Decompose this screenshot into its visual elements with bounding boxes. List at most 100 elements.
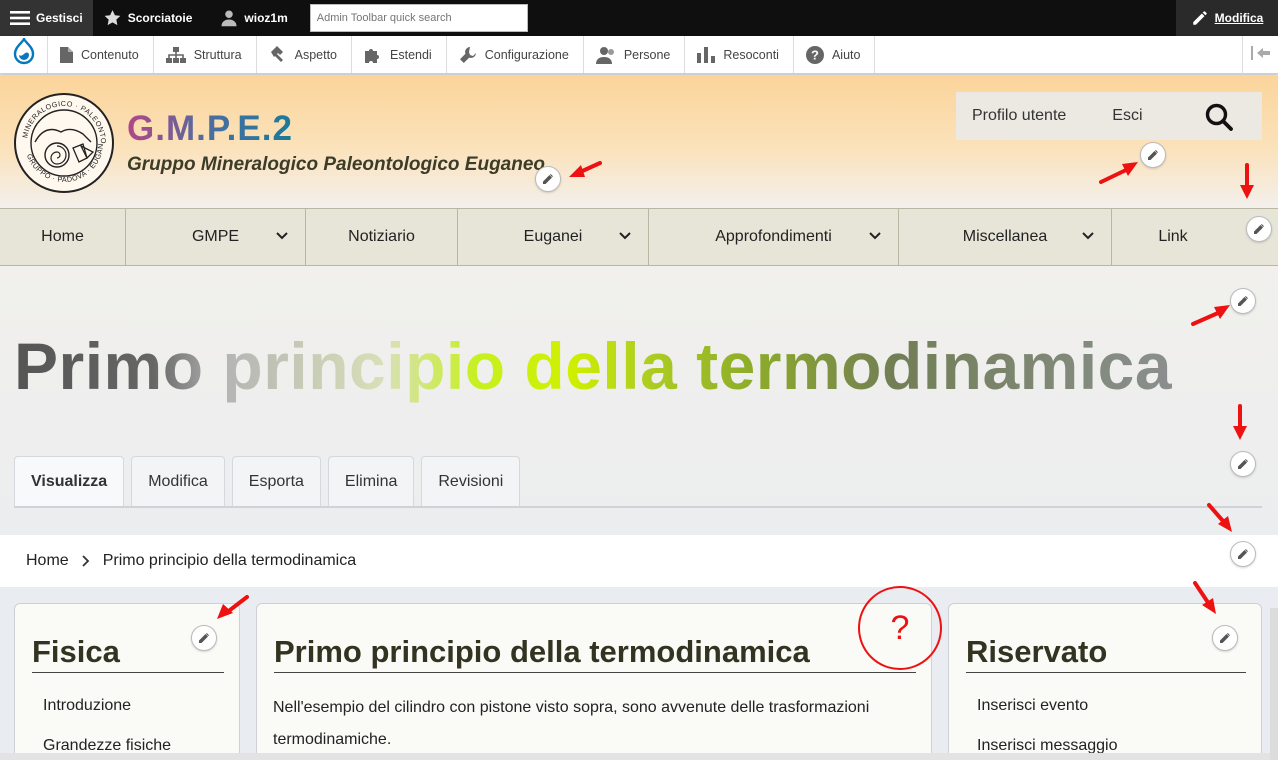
- tab-esporta[interactable]: Esporta: [231, 456, 321, 506]
- admin-toolbar-search-input[interactable]: [309, 4, 528, 32]
- manage-label: Gestisci: [36, 11, 83, 25]
- tray-item-struttura[interactable]: Struttura: [154, 36, 257, 73]
- title-underline: [274, 672, 916, 673]
- nav-item-label: Home: [41, 228, 84, 245]
- puzzle-icon: [364, 46, 382, 64]
- contextual-edit-pencil-icon[interactable]: [1230, 541, 1256, 567]
- breadcrumb-home-link[interactable]: Home: [26, 552, 69, 570]
- title-underline: [966, 672, 1246, 673]
- horizontal-scrollbar[interactable]: [0, 753, 1270, 760]
- tray-item-aiuto[interactable]: ? Aiuto: [794, 36, 876, 73]
- chevron-right-icon: [81, 555, 91, 567]
- red-arrow-icon: [569, 161, 602, 177]
- tabs-divider: [14, 506, 1262, 508]
- user-profile-link[interactable]: Profilo utente: [972, 107, 1066, 125]
- tab-revisioni[interactable]: Revisioni: [421, 456, 521, 506]
- tray-item-label: Contenuto: [81, 47, 139, 62]
- red-arrow-icon: [217, 595, 249, 619]
- sidebar-link-introduzione[interactable]: Introduzione: [43, 697, 131, 715]
- title-underline: [32, 672, 224, 673]
- sidebar-riservato-block: Riservato Inserisci evento Inserisci mes…: [948, 603, 1262, 760]
- tray-item-aspetto[interactable]: Aspetto: [257, 36, 353, 73]
- nav-item-label: Miscellanea: [962, 228, 1048, 245]
- sidebar-link-inserisci-evento[interactable]: Inserisci evento: [977, 697, 1088, 715]
- tray-item-label: Aiuto: [831, 47, 861, 62]
- nav-item-euganei[interactable]: Euganei: [458, 209, 649, 265]
- page-title: Primo principio della termodinamica: [14, 329, 1173, 403]
- shortcuts-label: Scorciatoie: [127, 11, 193, 25]
- chevron-down-icon[interactable]: [1081, 229, 1095, 248]
- content-body-text: Nell'esempio del cilindro con pistone vi…: [273, 699, 870, 748]
- nav-item-link[interactable]: Link: [1112, 209, 1234, 265]
- tray-item-contenuto[interactable]: Contenuto: [48, 36, 154, 73]
- site-header: MINERALOGICO · PALEONTOLOGICO GRUPPO · P…: [0, 75, 1278, 208]
- main-content-block: Primo principio della termodinamica Nell…: [256, 603, 932, 760]
- nav-item-home[interactable]: Home: [0, 209, 126, 265]
- nav-item-label: GMPE: [191, 228, 240, 245]
- main-navigation: Home GMPE Notiziario Euganei Approfondim…: [0, 208, 1278, 266]
- pencil-icon: [1191, 9, 1209, 27]
- nav-item-notiziario[interactable]: Notiziario: [306, 209, 458, 265]
- tray-item-resoconti[interactable]: Resoconti: [685, 36, 794, 73]
- red-arrow-icon: [1099, 162, 1138, 184]
- nav-item-label: Link: [1158, 228, 1188, 245]
- drupal-drop-icon: [13, 36, 35, 71]
- red-arrow-icon: [1233, 404, 1247, 440]
- nav-item-label: Approfondimenti: [715, 228, 832, 245]
- chevron-down-icon[interactable]: [868, 229, 882, 248]
- sidebar-riservato-title: Riservato: [966, 634, 1108, 669]
- edit-mode-button[interactable]: Modifica: [1176, 0, 1278, 36]
- edit-mode-label: Modifica: [1214, 11, 1264, 25]
- star-icon: [103, 9, 122, 27]
- tray-collapse-button[interactable]: [1242, 36, 1278, 74]
- wrench-icon: [459, 46, 477, 64]
- logo-emblem-icon: MINERALOGICO · PALEONTOLOGICO GRUPPO · P…: [10, 85, 114, 193]
- tray-item-label: Aspetto: [294, 47, 338, 62]
- tray-item-label: Configurazione: [484, 47, 569, 62]
- tray-item-label: Struttura: [193, 47, 242, 62]
- nav-item-approfondimenti[interactable]: Approfondimenti: [649, 209, 899, 265]
- admin-tray: Contenuto Struttura Aspetto Estendi Conf…: [0, 36, 1278, 74]
- manage-menu-button[interactable]: Gestisci: [0, 0, 93, 36]
- hamburger-icon: [10, 10, 30, 26]
- chevron-down-icon[interactable]: [275, 229, 289, 248]
- bar-chart-icon: [697, 46, 716, 63]
- site-name[interactable]: G.M.P.E.2: [127, 109, 293, 149]
- tray-item-label: Resoconti: [723, 47, 779, 62]
- contextual-edit-pencil-icon[interactable]: [535, 166, 561, 192]
- sidebar-fisica-title: Fisica: [32, 634, 120, 669]
- contextual-edit-pencil-icon[interactable]: [1230, 451, 1256, 477]
- tab-elimina[interactable]: Elimina: [327, 456, 415, 506]
- contextual-edit-pencil-icon[interactable]: [1140, 142, 1166, 168]
- contextual-edit-pencil-icon[interactable]: [191, 625, 217, 651]
- nav-item-label: Notiziario: [348, 228, 415, 245]
- question-annotation: ?: [858, 586, 942, 670]
- contextual-edit-pencil-icon[interactable]: [1246, 216, 1272, 242]
- logout-link[interactable]: Esci: [1112, 107, 1142, 125]
- vertical-scrollbar[interactable]: [1270, 608, 1278, 760]
- chevron-down-icon[interactable]: [618, 229, 632, 248]
- user-menu: Profilo utente Esci: [956, 92, 1262, 140]
- search-icon[interactable]: [1204, 102, 1234, 137]
- tray-item-configurazione[interactable]: Configurazione: [447, 36, 584, 73]
- local-tasks-tabs: Visualizza Modifica Esporta Elimina Revi…: [14, 456, 527, 506]
- svg-text:?: ?: [811, 47, 819, 62]
- site-logo[interactable]: MINERALOGICO · PALEONTOLOGICO GRUPPO · P…: [10, 85, 115, 194]
- nav-item-miscellanea[interactable]: Miscellanea: [899, 209, 1112, 265]
- tray-item-label: Estendi: [390, 47, 432, 62]
- nav-item-gmpe[interactable]: GMPE: [126, 209, 306, 265]
- user-account-button[interactable]: wioz1m: [210, 0, 297, 36]
- tab-modifica[interactable]: Modifica: [131, 456, 225, 506]
- red-arrow-icon: [1240, 163, 1254, 199]
- drupal-home-link[interactable]: [0, 36, 48, 73]
- help-icon: ?: [805, 45, 824, 64]
- sitemap-icon: [165, 46, 186, 63]
- nav-item-label: Euganei: [523, 228, 583, 245]
- red-arrow-icon: [1191, 305, 1230, 326]
- tray-item-estendi[interactable]: Estendi: [352, 36, 447, 73]
- breadcrumb-current: Primo principio della termodinamica: [102, 552, 357, 569]
- contextual-edit-pencil-icon[interactable]: [1212, 625, 1238, 651]
- tray-item-persone[interactable]: Persone: [584, 36, 686, 73]
- shortcuts-button[interactable]: Scorciatoie: [93, 0, 203, 36]
- tab-visualizza[interactable]: Visualizza: [14, 456, 125, 506]
